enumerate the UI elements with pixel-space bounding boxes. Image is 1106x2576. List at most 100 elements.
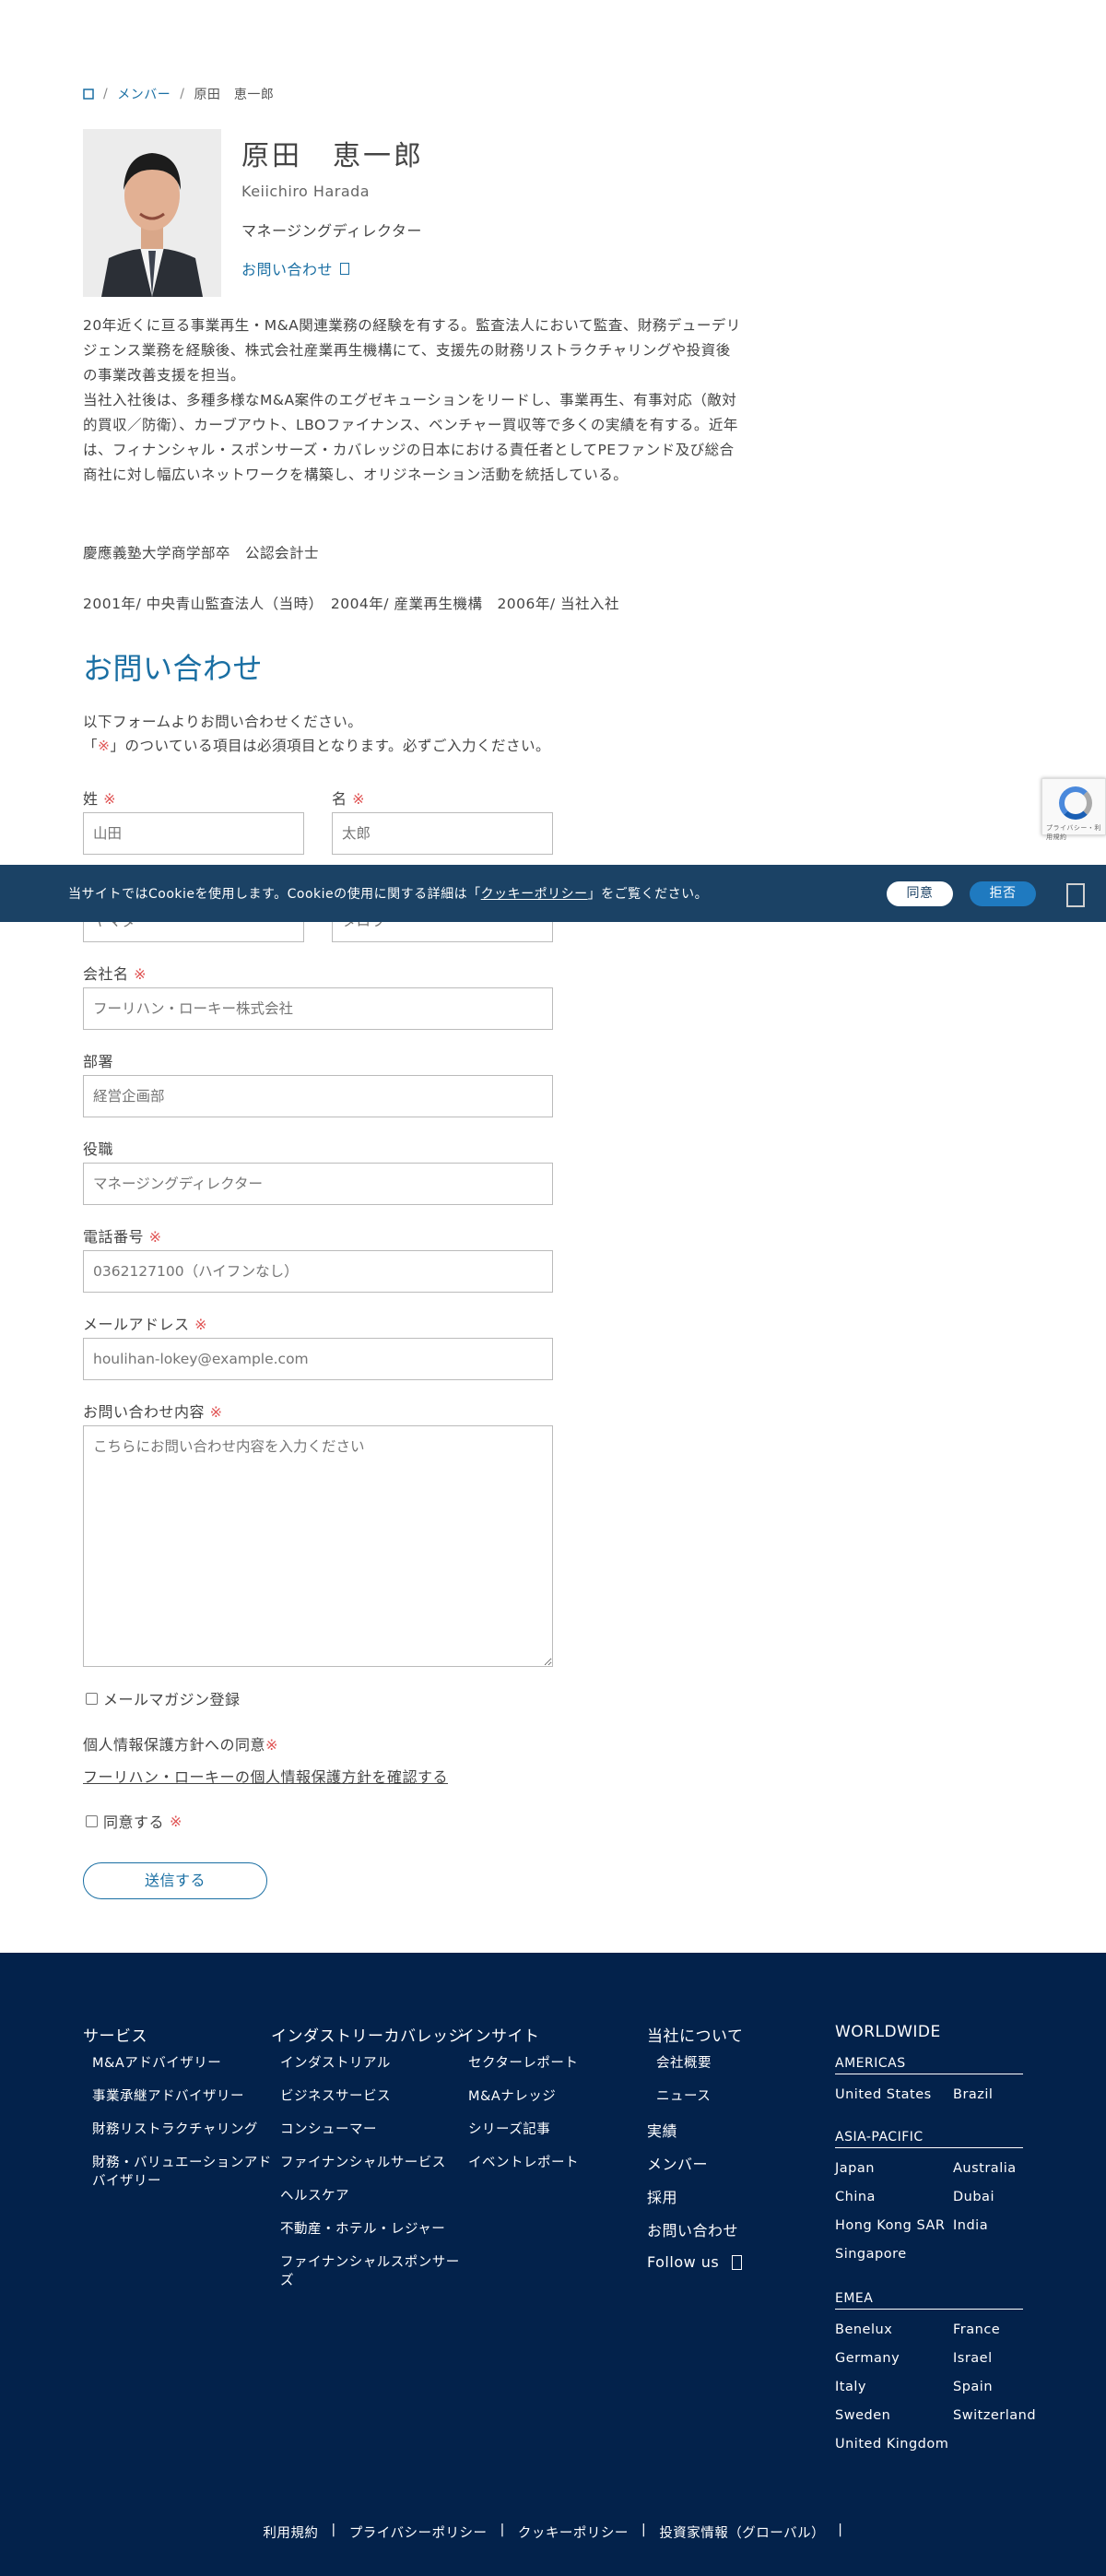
agree-checkbox-row[interactable]: 同意する ※	[86, 1810, 182, 1832]
footer-about-heading[interactable]: 当社について	[647, 2023, 744, 2046]
department-input[interactable]	[83, 1075, 553, 1117]
footer-link[interactable]: ファイナンシャルスポンサーズ	[280, 2253, 465, 2290]
country-link[interactable]: Dubai	[953, 2188, 994, 2206]
country-link[interactable]: Benelux	[835, 2321, 892, 2339]
cookie-text-part: 当サイトではCookieを使用します。Cookieの使用に関する詳細は「	[68, 887, 481, 902]
footer-link[interactable]: イベントレポート	[468, 2154, 579, 2172]
country-link[interactable]: Israel	[953, 2349, 993, 2368]
footer-link[interactable]: コンシューマー	[280, 2121, 377, 2139]
inquiry-textarea[interactable]	[83, 1425, 553, 1667]
required-mark: ※	[148, 1228, 162, 1246]
label-text: お問い合わせ内容	[83, 1403, 206, 1421]
country-link[interactable]: India	[953, 2216, 988, 2235]
bio-paragraph: 20年近くに亘る事業再生・M&A関連業務の経験を有する。監査法人において監査、財…	[83, 317, 741, 384]
country-link[interactable]: Australia	[953, 2159, 1017, 2178]
country-link[interactable]: Spain	[953, 2378, 993, 2396]
footer-link[interactable]: 財務リストラクチャリング	[92, 2121, 258, 2139]
required-mark: ※	[265, 1736, 278, 1754]
privacy-link[interactable]: プライバシーポリシー	[349, 2523, 488, 2542]
footer-link[interactable]: セクターレポート	[468, 2054, 578, 2073]
agree-checkbox[interactable]	[86, 1814, 98, 1827]
privacy-policy-link[interactable]: フーリハン・ローキーの個人情報保護方針を確認する	[83, 1765, 448, 1787]
country-link[interactable]: Singapore	[835, 2245, 907, 2263]
country-link[interactable]: Hong Kong SAR	[835, 2216, 945, 2235]
cookie-policy-link[interactable]: クッキーポリシー	[481, 887, 588, 902]
footer-link[interactable]: ニュース	[656, 2087, 711, 2106]
bio-paragraph: 当社入社後は、多種多様なM&A案件のエグゼキューションをリードし、事業再生、有事…	[83, 392, 738, 483]
country-link[interactable]: Brazil	[953, 2086, 993, 2104]
linkedin-icon[interactable]	[732, 2254, 743, 2270]
footer-link[interactable]: ビジネスサービス	[280, 2087, 391, 2106]
intro-text: 」のついている項目は必須項目となります。必ずご入力ください。	[110, 738, 551, 754]
footer-link[interactable]: ファイナンシャルサービス	[280, 2154, 446, 2172]
footer-follow-us[interactable]: Follow us	[647, 2253, 743, 2271]
member-name: 原田 恵一郎	[241, 140, 424, 172]
footer-link[interactable]: メンバー	[647, 2152, 708, 2174]
intro-line: 以下フォームよりお問い合わせください。	[83, 714, 363, 730]
member-photo	[83, 129, 221, 297]
member-education: 慶應義塾大学商学部卒 公認会計士	[83, 545, 320, 561]
country-link[interactable]: United Kingdom	[835, 2435, 948, 2453]
cookie-reject-button[interactable]: 拒否	[970, 881, 1036, 906]
breadcrumb-members-link[interactable]: メンバー	[117, 85, 171, 103]
footer-industry-heading[interactable]: インダストリーカバレッジ	[271, 2023, 465, 2046]
submit-button[interactable]: 送信する	[83, 1862, 267, 1899]
first-name-label: 名 ※	[332, 786, 365, 809]
breadcrumb-current: 原田 恵一郎	[194, 88, 275, 102]
footer-link[interactable]: M&Aアドバイザリー	[92, 2054, 221, 2073]
newsletter-checkbox[interactable]	[86, 1692, 98, 1705]
home-icon[interactable]	[83, 89, 94, 100]
footer-bottom-links: 利用規約 | プライバシーポリシー | クッキーポリシー | 投資家情報（グロー…	[0, 2523, 1106, 2542]
cookie-agree-button[interactable]: 同意	[887, 881, 953, 906]
last-name-input[interactable]	[83, 812, 304, 855]
first-name-input[interactable]	[332, 812, 553, 855]
footer-link[interactable]: ヘルスケア	[280, 2187, 349, 2205]
close-icon[interactable]	[1066, 883, 1085, 907]
region-asia-pacific: ASIA-PACIFIC	[835, 2130, 1023, 2148]
footer-link[interactable]: インダストリアル	[280, 2054, 391, 2073]
terms-link[interactable]: 利用規約	[263, 2523, 318, 2542]
country-link[interactable]: Germany	[835, 2349, 900, 2368]
separator: |	[838, 2523, 843, 2537]
country-link[interactable]: China	[835, 2188, 876, 2206]
footer-link[interactable]: お問い合わせ	[647, 2218, 738, 2240]
email-input[interactable]	[83, 1338, 553, 1380]
company-input[interactable]	[83, 987, 553, 1030]
footer-link[interactable]: 採用	[647, 2185, 677, 2207]
footer-insights-heading[interactable]: インサイト	[459, 2023, 540, 2046]
footer-link[interactable]: 実績	[647, 2119, 677, 2141]
external-link-icon	[340, 262, 350, 275]
country-link[interactable]: United States	[835, 2086, 932, 2104]
required-mark: ※	[209, 1403, 223, 1421]
country-link[interactable]: Switzerland	[953, 2406, 1036, 2425]
separator: |	[500, 2523, 505, 2537]
investor-relations-link[interactable]: 投資家情報（グローバル）	[659, 2523, 825, 2542]
country-link[interactable]: Japan	[835, 2159, 875, 2178]
footer-services-heading[interactable]: サービス	[83, 2023, 147, 2046]
recaptcha-text: プライバシー・利用規約	[1046, 824, 1101, 841]
member-english-name: Keiichiro Harada	[241, 183, 371, 200]
cookie-text-part: 」をご覧ください。	[587, 887, 709, 902]
member-bio: 20年近くに亘る事業再生・M&A関連業務の経験を有する。監査法人において監査、財…	[83, 313, 742, 488]
footer-link[interactable]: 不動産・ホテル・レジャー	[280, 2220, 445, 2239]
footer-link[interactable]: M&Aナレッジ	[468, 2087, 556, 2106]
country-link[interactable]: Sweden	[835, 2406, 890, 2425]
required-mark: ※	[352, 790, 366, 808]
cookie-policy-footer-link[interactable]: クッキーポリシー	[518, 2523, 629, 2542]
position-input[interactable]	[83, 1163, 553, 1205]
label-text: 電話番号	[83, 1228, 145, 1246]
footer-link[interactable]: 会社概要	[656, 2054, 712, 2073]
footer-link[interactable]: 財務・バリュエーションアドバイザリー	[92, 2154, 276, 2191]
phone-input[interactable]	[83, 1250, 553, 1293]
cookie-text: 当サイトではCookieを使用します。Cookieの使用に関する詳細は「クッキー…	[68, 884, 708, 903]
newsletter-checkbox-row[interactable]: メールマガジン登録	[86, 1687, 241, 1709]
separator: |	[331, 2523, 336, 2537]
recaptcha-badge[interactable]: プライバシー・利用規約	[1041, 778, 1106, 841]
required-mark: ※	[98, 738, 111, 754]
country-link[interactable]: Italy	[835, 2378, 866, 2396]
cookie-banner: 当サイトではCookieを使用します。Cookieの使用に関する詳細は「クッキー…	[0, 865, 1106, 922]
member-contact-link[interactable]: お問い合わせ	[241, 257, 424, 279]
footer-link[interactable]: シリーズ記事	[468, 2121, 550, 2139]
country-link[interactable]: France	[953, 2321, 1000, 2339]
footer-link[interactable]: 事業承継アドバイザリー	[92, 2087, 244, 2106]
